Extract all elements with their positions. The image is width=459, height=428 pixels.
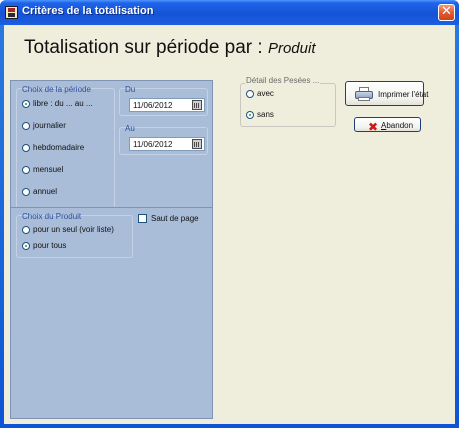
radio-pour-tous-indicator[interactable] <box>22 242 30 250</box>
printer-icon <box>355 87 373 101</box>
radio-mensuel-label: mensuel <box>33 165 64 174</box>
pesees-group-label: Détail des Pesées ... <box>245 76 321 85</box>
print-button-label: Imprimer l'état <box>378 90 429 99</box>
radio-sans-indicator[interactable] <box>246 111 254 119</box>
produit-panel: Choix du Produit pour un seul (voir list… <box>10 207 213 419</box>
radio-hebdomadaire-label: hebdomadaire <box>33 143 85 152</box>
radio-mensuel-indicator[interactable] <box>22 166 30 174</box>
title-bar[interactable]: Critères de la totalisation ✕ <box>0 0 459 25</box>
cancel-x-icon: ✖ <box>368 120 379 134</box>
date-du-value: 11/06/2012 <box>133 101 173 110</box>
saut-de-page-label: Saut de page <box>151 214 199 223</box>
produit-group-label: Choix du Produit <box>22 212 82 221</box>
cancel-button-label: Abandon <box>381 121 413 130</box>
close-button[interactable]: ✕ <box>438 4 455 21</box>
radio-annuel-label: annuel <box>33 187 58 196</box>
print-button[interactable]: Imprimer l'état <box>345 81 428 106</box>
au-label: Au <box>125 124 135 133</box>
calendar-icon[interactable] <box>192 100 202 110</box>
radio-pour-un-seul-indicator[interactable] <box>22 226 30 234</box>
radio-journalier-indicator[interactable] <box>22 122 30 130</box>
date-au-field[interactable]: 11/06/2012 <box>129 137 205 151</box>
app-icon <box>5 6 18 19</box>
close-icon: ✕ <box>441 4 452 19</box>
radio-libre-label: libre : du ... au ... <box>33 99 93 108</box>
radio-avec-indicator[interactable] <box>246 90 254 98</box>
page-heading: Totalisation sur période par : Produit <box>24 37 316 59</box>
window-title: Critères de la totalisation <box>22 5 154 17</box>
du-label: Du <box>125 85 136 94</box>
radio-annuel-indicator[interactable] <box>22 188 30 196</box>
dialog-client-area: Totalisation sur période par : Produit C… <box>4 25 455 424</box>
radio-journalier-label: journalier <box>33 121 66 130</box>
radio-pour-un-seul-label: pour un seul (voir liste) <box>33 225 114 234</box>
date-du-field[interactable]: 11/06/2012 <box>129 98 205 112</box>
heading-subject: Produit <box>267 40 316 57</box>
calendar-icon[interactable] <box>192 139 202 149</box>
radio-hebdomadaire-indicator[interactable] <box>22 144 30 152</box>
pesees-group <box>240 83 336 127</box>
periode-panel: Choix de la période libre : du ... au ..… <box>10 80 213 224</box>
saut-de-page-checkbox[interactable] <box>138 214 147 223</box>
cancel-button[interactable]: ✖ Abandon <box>354 117 421 134</box>
radio-sans-label: sans <box>257 110 274 119</box>
radio-pour-tous-label: pour tous <box>33 241 67 250</box>
periode-group-label: Choix de la période <box>22 85 91 94</box>
heading-prefix: Totalisation sur période par : <box>24 37 268 58</box>
produit-choice-group <box>16 215 133 258</box>
cancel-label-rest: bandon <box>386 121 414 130</box>
radio-libre-indicator[interactable] <box>22 100 30 108</box>
radio-avec-label: avec <box>257 89 274 98</box>
dialog-window: Critères de la totalisation ✕ Totalisati… <box>0 0 459 428</box>
date-au-value: 11/06/2012 <box>133 140 173 149</box>
